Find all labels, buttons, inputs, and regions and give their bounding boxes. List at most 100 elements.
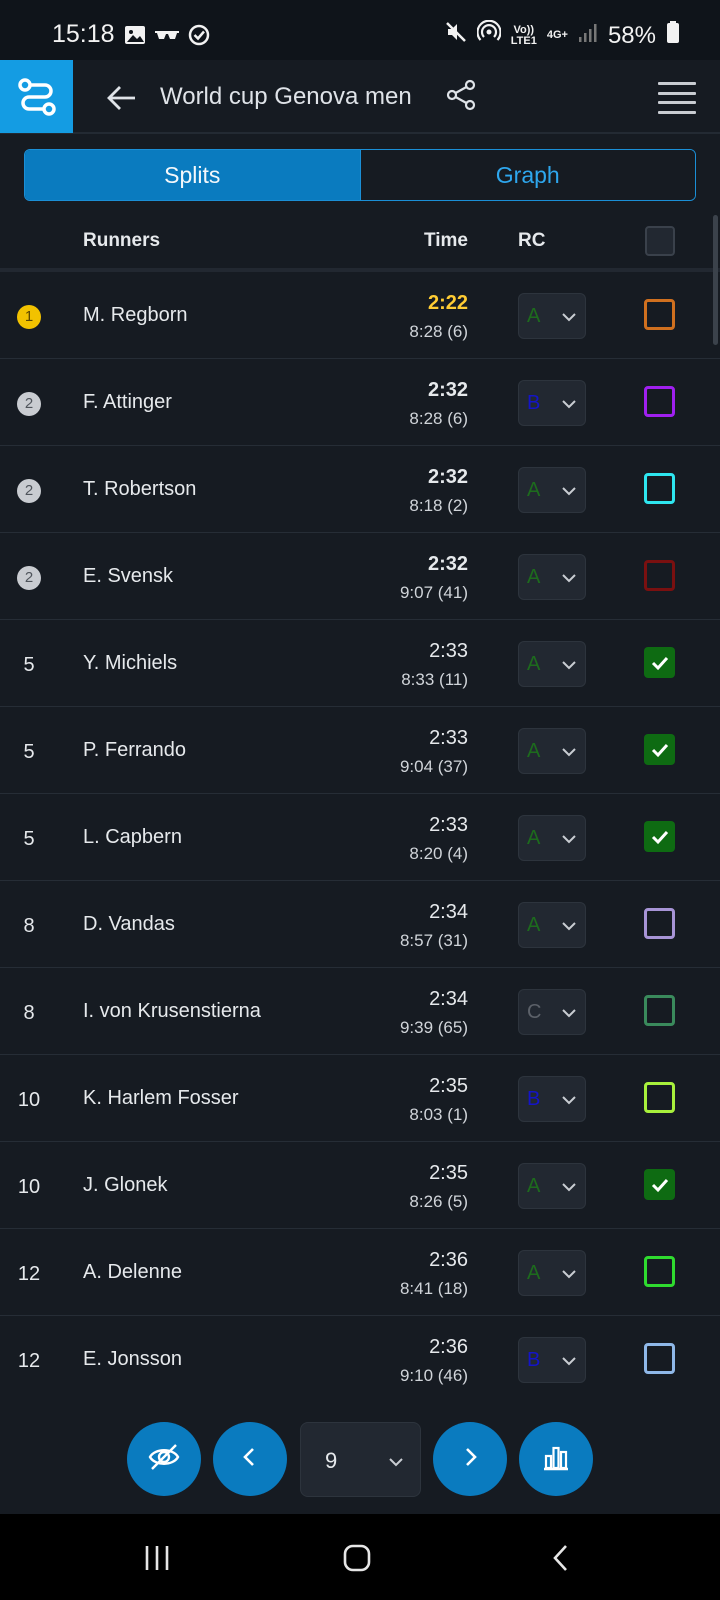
image-icon [124, 24, 146, 51]
header-runners[interactable]: Runners [83, 230, 160, 252]
runner-name[interactable]: M. Regborn [83, 304, 188, 327]
rc-value: A [527, 740, 541, 762]
split-time: 2:32 [427, 466, 468, 488]
runner-checkbox[interactable] [644, 1169, 675, 1200]
rank-label: 5 [23, 654, 35, 676]
rc-select[interactable]: A [518, 902, 586, 948]
runner-checkbox[interactable] [644, 908, 675, 939]
signal-icon [578, 22, 598, 50]
runner-name[interactable]: J. Glonek [83, 1174, 167, 1197]
recents-icon[interactable] [137, 1538, 177, 1578]
runner-checkbox[interactable] [644, 734, 675, 765]
runner-checkbox[interactable] [644, 560, 675, 591]
cumulative-time: 8:28 (6) [409, 322, 468, 341]
tab-graph[interactable]: Graph [359, 150, 695, 200]
chevron-down-icon [388, 1454, 404, 1470]
runner-row[interactable]: 5 Y. Michiels 2:33 8:33 (11) A [0, 620, 720, 707]
runner-name[interactable]: T. Robertson [83, 478, 196, 501]
rc-select[interactable]: C [518, 989, 586, 1035]
runner-row[interactable]: 5 P. Ferrando 2:33 9:04 (37) A [0, 707, 720, 794]
check-icon [651, 830, 668, 844]
runner-name[interactable]: Y. Michiels [83, 652, 177, 675]
rank-medal-badge: 1 [17, 305, 41, 329]
check-icon [651, 1178, 668, 1192]
check-icon [651, 743, 668, 757]
runner-checkbox[interactable] [644, 1082, 675, 1113]
chart-button[interactable] [519, 1422, 593, 1496]
runner-row[interactable]: 2 T. Robertson 2:32 8:18 (2) A [0, 446, 720, 533]
home-icon[interactable] [337, 1538, 377, 1578]
view-tabs: Splits Graph [24, 149, 696, 201]
tab-splits[interactable]: Splits [25, 150, 360, 200]
chevron-down-icon [561, 309, 577, 325]
rc-select[interactable]: A [518, 641, 586, 687]
battery-icon [666, 20, 680, 51]
rc-select[interactable]: B [518, 380, 586, 426]
runner-name[interactable]: A. Delenne [83, 1261, 182, 1284]
split-time: 2:32 [427, 379, 468, 401]
runner-row[interactable]: 8 I. von Krusenstierna 2:34 9:39 (65) C [0, 968, 720, 1055]
runner-checkbox[interactable] [644, 995, 675, 1026]
runner-row[interactable]: 1 M. Regborn 2:22 8:28 (6) A [0, 272, 720, 359]
runner-checkbox[interactable] [644, 386, 675, 417]
runner-row[interactable]: 12 E. Jonsson 2:36 9:10 (46) B [0, 1316, 720, 1390]
runner-name[interactable]: I. von Krusenstierna [83, 1000, 261, 1023]
cumulative-time: 8:18 (2) [409, 496, 468, 515]
runner-name[interactable]: K. Harlem Fosser [83, 1087, 239, 1110]
back-icon[interactable] [541, 1538, 581, 1578]
split-time: 2:36 [429, 1336, 468, 1358]
rc-value: A [527, 566, 541, 588]
runner-name[interactable]: E. Jonsson [83, 1348, 182, 1371]
runner-name[interactable]: P. Ferrando [83, 739, 186, 762]
previous-button[interactable] [213, 1422, 287, 1496]
runner-checkbox[interactable] [644, 473, 675, 504]
back-arrow-icon[interactable] [102, 78, 142, 118]
select-all-checkbox[interactable] [645, 226, 675, 256]
runner-name[interactable]: E. Svensk [83, 565, 173, 588]
control-select[interactable]: 9 [300, 1422, 421, 1497]
rc-select[interactable]: A [518, 1250, 586, 1296]
rc-select[interactable]: B [518, 1076, 586, 1122]
list-header: Runners Time RC [0, 214, 720, 268]
net-type: 4G+ [546, 29, 568, 41]
cumulative-time: 9:39 (65) [399, 1018, 468, 1037]
split-time: 2:32 [427, 553, 468, 575]
cumulative-time: 9:04 (37) [399, 757, 468, 776]
hotspot-icon [476, 19, 502, 51]
runner-row[interactable]: 10 J. Glonek 2:35 8:26 (5) A [0, 1142, 720, 1229]
chevron-down-icon [561, 396, 577, 412]
rc-select[interactable]: A [518, 728, 586, 774]
bottom-controls: 9 [0, 1390, 720, 1514]
rank-label: 12 [17, 1350, 41, 1372]
runner-name[interactable]: F. Attinger [83, 391, 172, 414]
rc-select[interactable]: A [518, 293, 586, 339]
rc-select[interactable]: A [518, 467, 586, 513]
runner-checkbox[interactable] [644, 647, 675, 678]
menu-icon[interactable] [658, 78, 698, 118]
runner-checkbox[interactable] [644, 1343, 675, 1374]
runner-row[interactable]: 2 F. Attinger 2:32 8:28 (6) B [0, 359, 720, 446]
next-button[interactable] [433, 1422, 507, 1496]
rc-select[interactable]: A [518, 1163, 586, 1209]
runner-row[interactable]: 2 E. Svensk 2:32 9:07 (41) A [0, 533, 720, 620]
rc-select[interactable]: A [518, 815, 586, 861]
share-icon[interactable] [446, 79, 482, 115]
route-logo-icon[interactable] [0, 60, 73, 133]
runner-row[interactable]: 8 D. Vandas 2:34 8:57 (31) A [0, 881, 720, 968]
rc-select[interactable]: A [518, 554, 586, 600]
runner-checkbox[interactable] [644, 821, 675, 852]
runner-row[interactable]: 12 A. Delenne 2:36 8:41 (18) A [0, 1229, 720, 1316]
runner-name[interactable]: D. Vandas [83, 913, 175, 936]
header-time[interactable]: Time [424, 230, 468, 252]
runner-row[interactable]: 5 L. Capbern 2:33 8:20 (4) A [0, 794, 720, 881]
runner-name[interactable]: L. Capbern [83, 826, 182, 849]
split-time: 2:34 [429, 988, 468, 1010]
hide-button[interactable] [127, 1422, 201, 1496]
rc-select[interactable]: B [518, 1337, 586, 1383]
split-time: 2:35 [429, 1075, 468, 1097]
header-rc[interactable]: RC [518, 230, 545, 252]
rc-value: A [527, 305, 541, 327]
runner-row[interactable]: 10 K. Harlem Fosser 2:35 8:03 (1) B [0, 1055, 720, 1142]
runner-checkbox[interactable] [644, 299, 675, 330]
runner-checkbox[interactable] [644, 1256, 675, 1287]
